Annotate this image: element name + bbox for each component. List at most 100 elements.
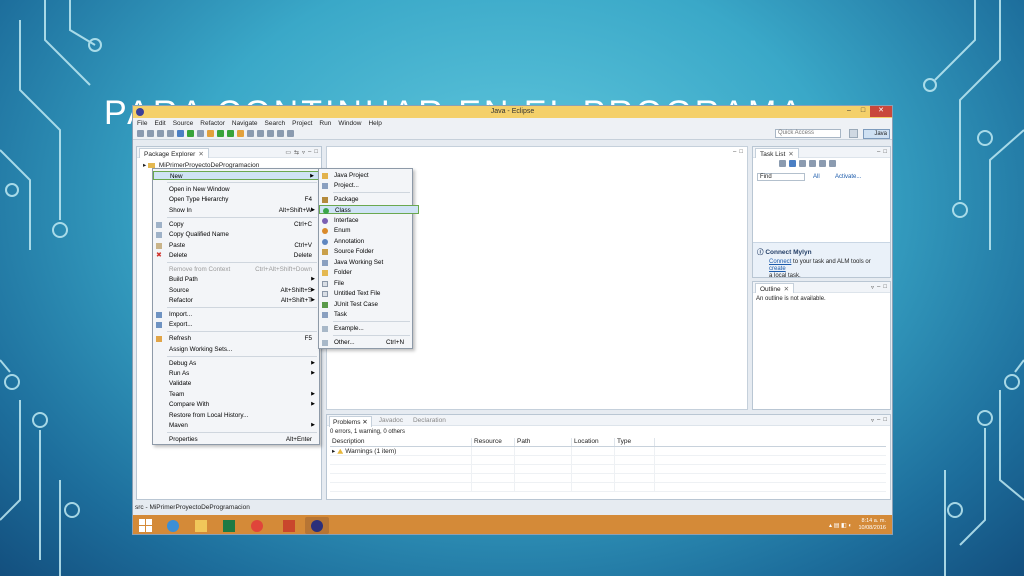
menu-item-import[interactable]: Import... — [153, 310, 319, 319]
submenu-item-untitled-text-file[interactable]: Untitled Text File — [319, 289, 412, 298]
java-perspective-button[interactable]: Java — [863, 129, 890, 139]
activate-task-link[interactable]: Activate... — [835, 174, 861, 180]
minimize-editor-icon[interactable]: – — [733, 149, 736, 155]
submenu-item-other[interactable]: Other... Ctrl+N — [319, 338, 412, 347]
submenu-item-class[interactable]: Class — [319, 205, 419, 214]
menu-item-properties[interactable]: Properties Alt+Enter — [153, 435, 319, 444]
menu-item-restore-local-history[interactable]: Restore from Local History... — [153, 411, 319, 420]
collapse-all-icon[interactable]: ▭ — [285, 149, 291, 156]
connect-link[interactable]: Connect — [769, 259, 791, 265]
link-editor-icon[interactable]: ⇆ — [294, 149, 299, 156]
internet-explorer-icon[interactable] — [161, 517, 185, 534]
tab-javadoc[interactable]: Javadoc — [376, 416, 406, 427]
close-button[interactable]: ✕ — [870, 106, 892, 117]
submenu-item-annotation[interactable]: Annotation — [319, 237, 412, 246]
menu-window[interactable]: Window — [338, 120, 361, 127]
external-tools-icon[interactable] — [197, 130, 204, 137]
new-file-icon[interactable] — [137, 130, 144, 137]
quick-access-input[interactable]: Quick Access — [775, 129, 841, 138]
minimize-button[interactable]: – — [842, 106, 856, 117]
menu-item-run-as[interactable]: Run As ▶ — [153, 369, 319, 378]
submenu-item-example[interactable]: Example... — [319, 324, 412, 333]
excel-icon[interactable] — [217, 517, 241, 534]
open-perspective-icon[interactable] — [849, 129, 858, 138]
maximize-view-icon[interactable]: □ — [883, 417, 887, 424]
menu-item-delete[interactable]: ✖ Delete Delete — [153, 251, 319, 260]
menu-item-export[interactable]: Export... — [153, 320, 319, 329]
annotation-icon[interactable] — [257, 130, 264, 137]
run-icon[interactable] — [187, 130, 194, 137]
minimize-view-icon[interactable]: – — [877, 149, 880, 155]
file-explorer-icon[interactable] — [189, 517, 213, 534]
submenu-item-folder[interactable]: Folder — [319, 268, 412, 277]
menu-item-paste[interactable]: Paste Ctrl+V — [153, 241, 319, 250]
submenu-item-java-working-set[interactable]: Java Working Set — [319, 258, 412, 267]
menu-item-copy[interactable]: Copy Ctrl+C — [153, 220, 319, 229]
maximize-button[interactable]: □ — [856, 106, 870, 117]
column-location[interactable]: Location — [572, 438, 615, 446]
menu-item-open-new-window[interactable]: Open in New Window — [153, 185, 319, 194]
powerpoint-icon[interactable] — [277, 517, 301, 534]
menu-item-remove-from-context[interactable]: Remove from Context Ctrl+Alt+Shift+Down — [153, 265, 319, 274]
new-task-icon[interactable] — [779, 160, 786, 167]
submenu-item-interface[interactable]: Interface — [319, 216, 412, 225]
menu-edit[interactable]: Edit — [154, 120, 165, 127]
outline-tab[interactable]: Outline ✕ — [755, 283, 795, 293]
menu-item-team[interactable]: Team ▶ — [153, 390, 319, 399]
synchronize-icon[interactable] — [829, 160, 836, 167]
submenu-item-task[interactable]: Task — [319, 310, 412, 319]
column-description[interactable]: Description — [330, 438, 472, 446]
chrome-icon[interactable] — [245, 517, 269, 534]
tab-declaration[interactable]: Declaration — [410, 416, 449, 427]
menu-item-refresh[interactable]: Refresh F5 — [153, 334, 319, 343]
view-menu-icon[interactable]: ▿ — [871, 417, 874, 424]
new-java-project-icon[interactable] — [207, 130, 214, 137]
close-icon[interactable]: ✕ — [788, 151, 793, 158]
back-icon[interactable] — [267, 130, 274, 137]
menu-item-compare-with[interactable]: Compare With ▶ — [153, 400, 319, 409]
submenu-item-junit-test-case[interactable]: JUnit Test Case — [319, 300, 412, 309]
submenu-item-java-project[interactable]: Java Project — [319, 171, 412, 180]
new-class-icon[interactable] — [227, 130, 234, 137]
menu-item-source[interactable]: Source Alt+Shift+S ▶ — [153, 286, 319, 295]
collapse-all-icon[interactable] — [819, 160, 826, 167]
menu-run[interactable]: Run — [319, 120, 331, 127]
menu-search[interactable]: Search — [265, 120, 286, 127]
search-icon[interactable] — [247, 130, 254, 137]
forward-icon[interactable] — [277, 130, 284, 137]
submenu-item-file[interactable]: File — [319, 279, 412, 288]
clock[interactable]: 8:14 a. m. 10/08/2016 — [858, 518, 886, 532]
maximize-editor-icon[interactable]: □ — [739, 149, 743, 155]
menu-refactor[interactable]: Refactor — [200, 120, 225, 127]
submenu-item-package[interactable]: Package — [319, 195, 412, 204]
view-menu-icon[interactable]: ▿ — [871, 284, 874, 291]
column-resource[interactable]: Resource — [472, 438, 515, 446]
new-package-icon[interactable] — [217, 130, 224, 137]
submenu-item-enum[interactable]: Enum — [319, 226, 412, 235]
minimize-view-icon[interactable]: – — [877, 284, 880, 291]
all-tasks-link[interactable]: All — [813, 174, 820, 180]
column-path[interactable]: Path — [515, 438, 572, 446]
minimize-view-icon[interactable]: – — [308, 149, 311, 156]
create-link[interactable]: create — [769, 266, 786, 272]
open-type-icon[interactable] — [237, 130, 244, 137]
menu-file[interactable]: File — [137, 120, 147, 127]
menu-help[interactable]: Help — [368, 120, 381, 127]
view-menu-icon[interactable]: ▿ — [302, 149, 305, 156]
close-icon[interactable]: ✕ — [198, 151, 203, 158]
last-edit-icon[interactable] — [287, 130, 294, 137]
debug-icon[interactable] — [177, 130, 184, 137]
table-row[interactable]: ▸ Warnings (1 item) — [330, 447, 886, 456]
menu-project[interactable]: Project — [292, 120, 312, 127]
scheduled-icon[interactable] — [799, 160, 806, 167]
package-explorer-tab[interactable]: Package Explorer ✕ — [139, 148, 209, 158]
windows-start-icon[interactable] — [139, 519, 152, 532]
menu-item-maven[interactable]: Maven ▶ — [153, 421, 319, 430]
maximize-view-icon[interactable]: □ — [883, 149, 887, 155]
print-icon[interactable] — [157, 130, 164, 137]
menu-item-new[interactable]: New ▶ — [153, 171, 319, 180]
maximize-view-icon[interactable]: □ — [314, 149, 318, 156]
categorized-icon[interactable] — [789, 160, 796, 167]
menu-item-copy-qualified-name[interactable]: Copy Qualified Name — [153, 230, 319, 239]
menu-navigate[interactable]: Navigate — [232, 120, 258, 127]
